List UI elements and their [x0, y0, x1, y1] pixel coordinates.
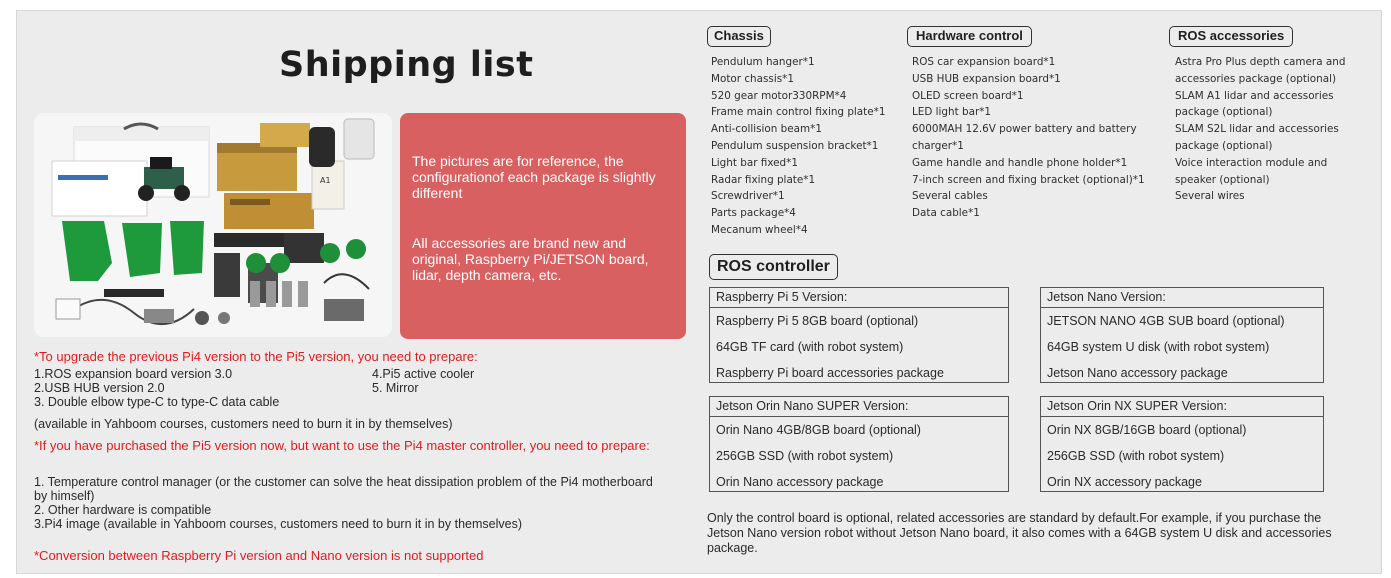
upgrade-item: 1.ROS expansion board version 3.0 — [34, 367, 233, 381]
controller-table-jetson-nano: Jetson Nano Version: JETSON NANO 4GB SUB… — [1040, 287, 1324, 383]
ros-accessories-heading: ROS accessories — [1169, 26, 1294, 47]
table-row: 64GB system U disk (with robot system) — [1047, 340, 1270, 354]
list-item: Parts package*4 — [711, 207, 796, 220]
hardware-control-heading: Hardware control — [907, 26, 1032, 47]
list-item: 6000MAH 12.6V power battery and battery — [912, 123, 1137, 136]
controller-table-orin-nano: Jetson Orin Nano SUPER Version: Orin Nan… — [709, 396, 1009, 492]
table-row: Orin Nano accessory package — [716, 475, 884, 489]
upgrade-note: (available in Yahboom courses, customers… — [34, 417, 453, 431]
list-item: speaker (optional) — [1175, 173, 1270, 186]
downgrade-heading: *If you have purchased the Pi5 version n… — [34, 438, 650, 453]
list-item: Several wires — [1175, 190, 1245, 203]
controller-table-orin-nx: Jetson Orin NX SUPER Version: Orin NX 8G… — [1040, 396, 1324, 492]
list-item: Game handle and handle phone holder*1 — [912, 156, 1128, 169]
chassis-list: Pendulum hanger*1 Motor chassis*1 520 ge… — [711, 54, 885, 239]
not-supported-note: *Conversion between Raspberry Pi version… — [34, 548, 484, 563]
list-item: Frame main control fixing plate*1 — [711, 106, 886, 119]
downgrade-item: 1. Temperature control manager (or the c… — [34, 475, 653, 503]
list-item: Screwdriver*1 — [711, 190, 785, 203]
controller-table-pi5: Raspberry Pi 5 Version: Raspberry Pi 5 8… — [709, 287, 1009, 383]
downgrade-list: 1. Temperature control manager (or the c… — [34, 475, 659, 531]
product-photo: A1 — [34, 113, 392, 337]
list-item: OLED screen board*1 — [912, 89, 1024, 102]
hardware-control-list: ROS car expansion board*1 USB HUB expans… — [912, 54, 1145, 222]
ros-accessories-list: Astra Pro Plus depth camera and accessor… — [1175, 54, 1345, 205]
list-item: Mecanum wheel*4 — [711, 223, 808, 236]
downgrade-item: 2. Other hardware is compatible — [34, 503, 212, 517]
upgrade-item: 3. Double elbow type-C to type-C data ca… — [34, 395, 280, 409]
table-row: Raspberry Pi board accessories package — [716, 366, 944, 380]
ros-controller-heading: ROS controller — [709, 254, 838, 280]
list-item: Light bar fixed*1 — [711, 156, 798, 169]
accessories-note-text: All accessories are brand new and origin… — [412, 235, 649, 283]
page-title: Shipping list — [279, 45, 534, 85]
list-item: Several cables — [912, 190, 988, 203]
reference-note-box: The pictures are for reference, the conf… — [400, 113, 686, 339]
reference-note-text: The pictures are for reference, the conf… — [412, 153, 656, 201]
table-row: JETSON NANO 4GB SUB board (optional) — [1047, 314, 1285, 328]
upgrade-item: 5. Mirror — [372, 381, 419, 395]
list-item: package (optional) — [1175, 139, 1273, 152]
list-item: charger*1 — [912, 139, 964, 152]
table-header: Raspberry Pi 5 Version: — [710, 288, 1008, 308]
list-item: ROS car expansion board*1 — [912, 56, 1056, 68]
list-item: Voice interaction module and — [1175, 156, 1328, 169]
table-row: Orin NX 8GB/16GB board (optional) — [1047, 423, 1247, 437]
table-row: Orin NX accessory package — [1047, 475, 1202, 489]
list-item: SLAM A1 lidar and accessories — [1175, 89, 1334, 102]
list-item: USB HUB expansion board*1 — [912, 72, 1061, 85]
list-item: package (optional) — [1175, 106, 1273, 119]
shipping-list-panel: Shipping list A1 The pictures are for re… — [16, 10, 1382, 574]
list-item: 7-inch screen and fixing bracket (option… — [912, 173, 1145, 186]
svg-text:A1: A1 — [320, 176, 331, 185]
table-row: Jetson Nano accessory package — [1047, 366, 1228, 380]
upgrade-heading: *To upgrade the previous Pi4 version to … — [34, 349, 478, 364]
list-item: SLAM S2L lidar and accessories — [1175, 123, 1339, 136]
table-row: Raspberry Pi 5 8GB board (optional) — [716, 314, 919, 328]
upgrade-item: 2.USB HUB version 2.0 — [34, 381, 165, 395]
upgrade-list-right: 4.Pi5 active cooler 5. Mirror — [372, 367, 474, 395]
table-row: 256GB SSD (with robot system) — [1047, 449, 1225, 463]
table-header: Jetson Nano Version: — [1041, 288, 1323, 308]
product-kit-illustration: A1 — [34, 113, 392, 337]
table-row: 256GB SSD (with robot system) — [716, 449, 894, 463]
table-header: Jetson Orin Nano SUPER Version: — [710, 397, 1008, 417]
list-item: LED light bar*1 — [912, 106, 992, 119]
list-item: Data cable*1 — [912, 207, 980, 220]
list-item: Anti-collision beam*1 — [711, 123, 822, 136]
list-item: accessories package (optional) — [1175, 72, 1337, 85]
upgrade-list-left: 1.ROS expansion board version 3.0 2.USB … — [34, 367, 279, 409]
list-item: Pendulum suspension bracket*1 — [711, 139, 879, 152]
upgrade-item: 4.Pi5 active cooler — [372, 367, 475, 381]
bottom-note: Only the control board is optional, rela… — [707, 511, 1332, 555]
table-header: Jetson Orin NX SUPER Version: — [1041, 397, 1323, 417]
list-item: Pendulum hanger*1 — [711, 56, 815, 68]
chassis-heading: Chassis — [707, 26, 771, 47]
list-item: Astra Pro Plus depth camera and — [1175, 56, 1346, 68]
downgrade-item: 3.Pi4 image (available in Yahboom course… — [34, 517, 522, 531]
list-item: Motor chassis*1 — [711, 72, 794, 85]
list-item: 520 gear motor330RPM*4 — [711, 89, 847, 102]
table-row: Orin Nano 4GB/8GB board (optional) — [716, 423, 921, 437]
list-item: Radar fixing plate*1 — [711, 173, 816, 186]
table-row: 64GB TF card (with robot system) — [716, 340, 904, 354]
